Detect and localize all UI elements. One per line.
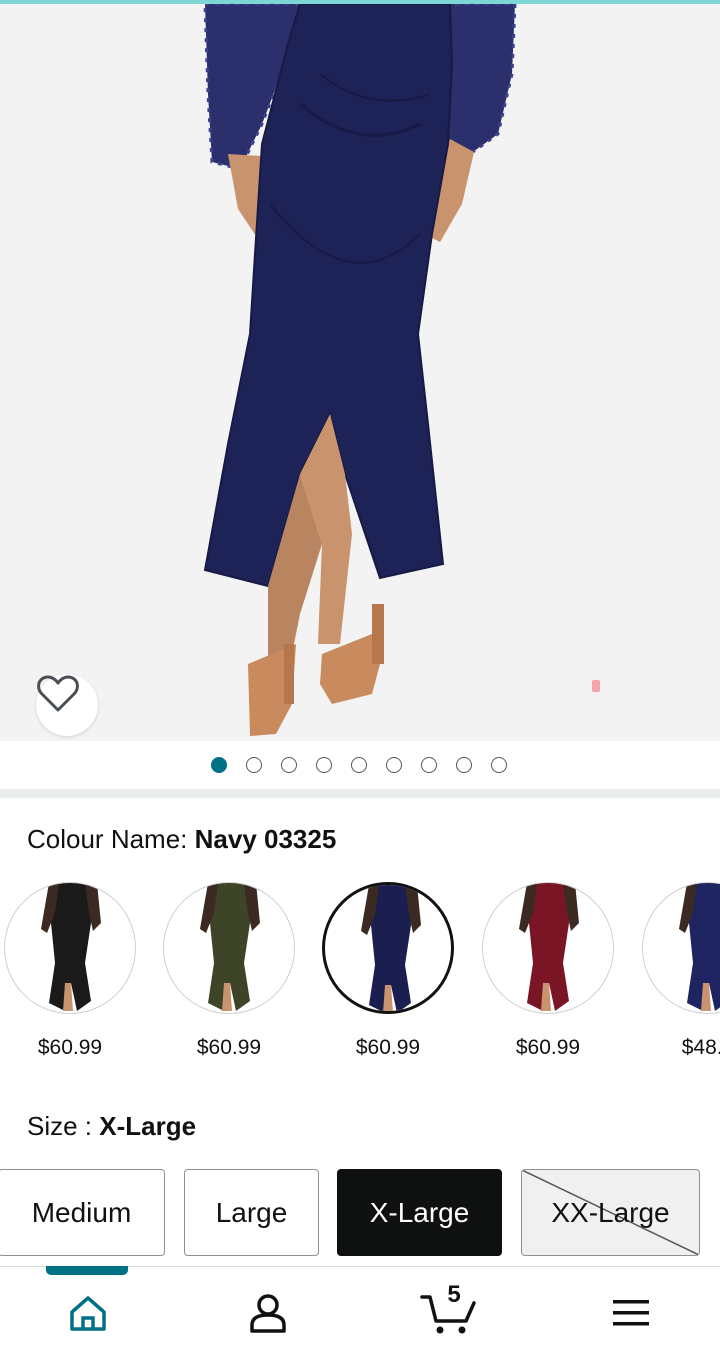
nav-home[interactable]: [58, 1289, 118, 1337]
gallery-dot[interactable]: [316, 757, 332, 773]
nav-cart[interactable]: 5: [418, 1281, 478, 1337]
size-label: Size :: [27, 1111, 100, 1141]
dress-photo: [203, 4, 517, 736]
swatch-dress-thumbnail: [41, 883, 101, 1011]
hamburger-icon: [613, 1300, 649, 1326]
colour-swatches: $60.99 $60.99 $60.99 $60.99 $48.9: [0, 880, 720, 1070]
size-button-large[interactable]: Large: [184, 1169, 319, 1256]
bottom-navigation: 5: [0, 1266, 720, 1356]
swatch-dress-thumbnail: [200, 883, 260, 1011]
cart-count-badge: 5: [447, 1281, 461, 1308]
colour-name-row: Colour Name: Navy 03325: [27, 824, 336, 855]
size-button-x-large[interactable]: X-Large: [337, 1169, 502, 1256]
active-tab-indicator: [46, 1266, 128, 1275]
colour-value: Navy 03325: [194, 824, 337, 854]
swatch-image: [4, 882, 136, 1014]
gallery-pagination: [0, 741, 720, 789]
gallery-dot[interactable]: [386, 757, 402, 773]
swatch-navy-off-shoulder[interactable]: $48.9: [638, 880, 720, 1060]
nav-menu[interactable]: [601, 1289, 661, 1337]
swatch-image: [482, 882, 614, 1014]
heart-icon: [37, 675, 79, 712]
swatch-black[interactable]: $60.99: [0, 880, 140, 1060]
home-icon: [70, 1296, 106, 1331]
gallery-dot[interactable]: [491, 757, 507, 773]
swatch-price: $60.99: [515, 1036, 581, 1059]
size-button-medium[interactable]: Medium: [0, 1169, 165, 1256]
swatch-navy[interactable]: $60.99: [318, 880, 458, 1060]
swatch-dress-thumbnail: [361, 885, 421, 1011]
size-option-label: X-Large: [369, 1196, 470, 1228]
gallery-dot[interactable]: [211, 757, 227, 773]
swatch-price: $48.9: [681, 1036, 720, 1059]
swatch-dress-thumbnail: [679, 883, 720, 1011]
swatch-olive[interactable]: $60.99: [159, 880, 299, 1060]
swatch-price: $60.99: [196, 1036, 262, 1059]
size-option-label: Large: [215, 1196, 288, 1228]
gallery-dot[interactable]: [246, 757, 262, 773]
section-divider: [0, 789, 720, 798]
nav-account[interactable]: [238, 1289, 298, 1337]
colour-label: Colour Name:: [27, 824, 195, 854]
person-icon: [250, 1294, 286, 1333]
gallery-dot[interactable]: [351, 757, 367, 773]
swatch-image: [322, 882, 454, 1014]
size-row: Size : X-Large: [27, 1111, 196, 1142]
image-marker: [592, 680, 600, 692]
gallery-dot[interactable]: [281, 757, 297, 773]
swatch-image: [642, 882, 720, 1014]
size-option-label: Medium: [31, 1196, 132, 1228]
swatch-dress-thumbnail: [519, 883, 579, 1011]
swatch-price: $60.99: [37, 1036, 103, 1059]
swatch-image: [163, 882, 295, 1014]
swatch-price: $60.99: [355, 1036, 421, 1059]
size-option-label: XX-Large: [551, 1196, 670, 1228]
gallery-dot[interactable]: [421, 757, 437, 773]
gallery-dot[interactable]: [456, 757, 472, 773]
swatch-burgundy[interactable]: $60.99: [478, 880, 618, 1060]
product-image[interactable]: [0, 4, 720, 741]
size-button-xx-large[interactable]: XX-Large: [521, 1169, 700, 1256]
wishlist-button[interactable]: [36, 674, 98, 736]
size-value: X-Large: [99, 1111, 197, 1141]
